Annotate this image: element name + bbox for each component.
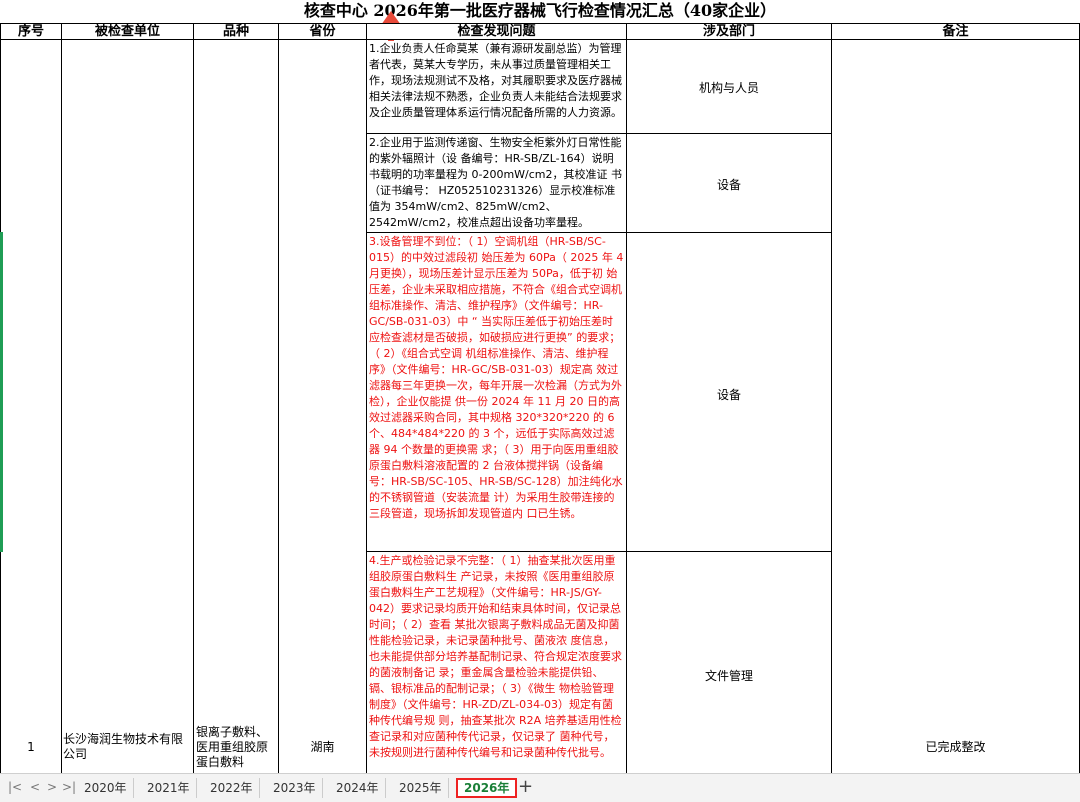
- tab-2022[interactable]: 2022年: [204, 778, 260, 798]
- issue-text-4: 4.生产或检验记录不完整：（ 1）抽查某批次医用重组胶原蛋白敷料生 产记录，未按…: [369, 554, 622, 759]
- header-issues: 检查发现问题: [366, 23, 627, 40]
- header-dept: 涉及部门: [626, 23, 832, 40]
- row-selection-indicator: [0, 232, 3, 552]
- province-column[interactable]: [278, 39, 367, 773]
- sheet-title: 核查中心 2026年第一批医疗器械飞行检查情况汇总（40家企业）: [303, 1, 777, 20]
- issue-text-2: 2.企业用于监测传递窗、生物安全柜紫外灯日常性能的紫外辐照计（设 备编号：HR-…: [369, 136, 623, 229]
- product-column[interactable]: [193, 39, 279, 773]
- prev-sheet-icon[interactable]: <: [30, 780, 40, 794]
- header-product: 品种: [193, 23, 279, 40]
- tab-2026[interactable]: 2026年: [456, 778, 518, 798]
- row-province: 湖南: [310, 740, 335, 754]
- company-column[interactable]: [61, 39, 194, 773]
- row-seq: 1: [27, 740, 35, 754]
- dept-cell-4[interactable]: [626, 551, 832, 773]
- add-sheet-icon[interactable]: +: [518, 776, 533, 797]
- row-product: 银离子敷料、医用重组胶原蛋白敷料: [196, 725, 269, 769]
- tab-2024[interactable]: 2024年: [330, 778, 386, 798]
- issue-text-1: 1.企业负责人任命莫某（兼有源研发副总监）为管理者代表，莫某大专学历，未从事过质…: [369, 42, 622, 119]
- dept-label-3: 设备: [716, 388, 741, 402]
- issue-cell-1[interactable]: 1.企业负责人任命莫某（兼有源研发副总监）为管理者代表，莫某大专学历，未从事过质…: [366, 39, 627, 134]
- issue-cell-2[interactable]: 2.企业用于监测传递窗、生物安全柜紫外灯日常性能的紫外辐照计（设 备编号：HR-…: [366, 133, 627, 233]
- header-company: 被检查单位: [61, 23, 194, 40]
- first-sheet-icon[interactable]: |<: [8, 780, 22, 794]
- header-remark: 备注: [831, 23, 1080, 40]
- issue-text-3: 3.设备管理不到位：（ 1）空调机组（HR-SB/SC-015）的中效过滤段初 …: [369, 235, 624, 520]
- row-remark: 已完成整改: [925, 740, 986, 754]
- row-company: 长沙海润生物技术有限公司: [63, 732, 184, 761]
- remark-column[interactable]: [831, 39, 1080, 773]
- spreadsheet: 核查中心 2026年第一批医疗器械飞行检查情况汇总（40家企业） 序号 被检查单…: [0, 0, 1080, 773]
- issue-cell-3[interactable]: 3.设备管理不到位：（ 1）空调机组（HR-SB/SC-015）的中效过滤段初 …: [366, 232, 627, 552]
- last-sheet-icon[interactable]: >|: [62, 780, 76, 794]
- tab-2020[interactable]: 2020年: [78, 778, 134, 798]
- dept-label-2: 设备: [716, 178, 741, 192]
- dept-label-4: 文件管理: [704, 669, 753, 683]
- sheet-tab-bar: |< < > >| 2020年 2021年 2022年 2023年 2024年 …: [0, 773, 1080, 802]
- dept-label-1: 机构与人员: [698, 81, 759, 95]
- seq-column[interactable]: [0, 39, 62, 773]
- tab-2023[interactable]: 2023年: [267, 778, 323, 798]
- tab-2025[interactable]: 2025年: [393, 778, 449, 798]
- header-province: 省份: [278, 23, 367, 40]
- issue-cell-4[interactable]: 4.生产或检验记录不完整：（ 1）抽查某批次医用重组胶原蛋白敷料生 产记录，未按…: [366, 551, 627, 773]
- tab-2021[interactable]: 2021年: [141, 778, 197, 798]
- header-seq: 序号: [0, 23, 62, 40]
- next-sheet-icon[interactable]: >: [47, 780, 57, 794]
